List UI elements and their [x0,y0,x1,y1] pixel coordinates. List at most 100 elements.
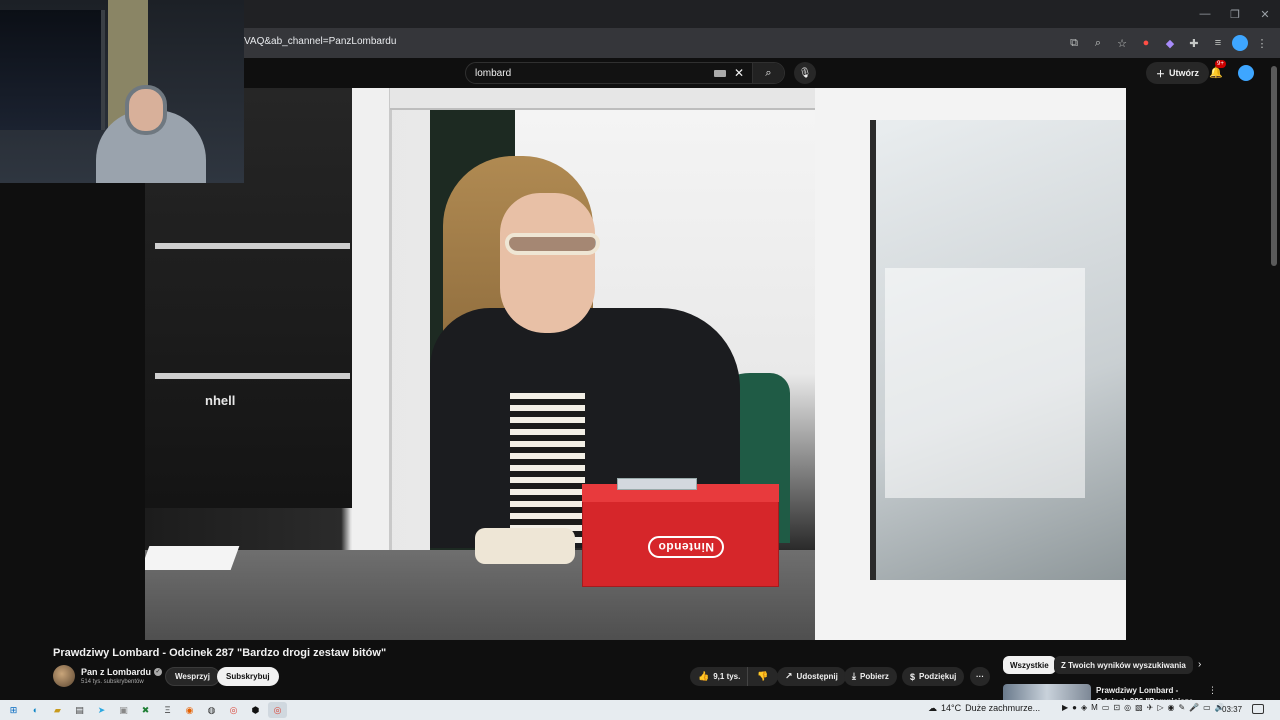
like-button[interactable]: 👍 9,1 tys. [690,667,748,686]
share-icon: ↗ [785,671,793,681]
shelf [155,243,350,249]
edge-icon[interactable]: ◐ [26,702,45,718]
share-group: ↗ Udostępnij [777,667,846,686]
profile-avatar[interactable] [1232,35,1248,51]
thanks-group: $ Podziękuj [902,667,965,686]
download-icon: ⤓ [852,671,856,681]
restore-button[interactable]: ❐ [1220,0,1250,28]
thanks-icon: $ [910,671,916,682]
reading-list-icon[interactable]: ≡ [1208,34,1228,52]
account-avatar[interactable] [1238,65,1254,81]
tray-app-icon[interactable]: ▶ [1062,703,1068,712]
extension-icon[interactable]: ◆ [1160,34,1180,52]
more-group: ··· [970,667,990,686]
video-title: Prawdziwy Lombard - Odcinek 287 "Bardzo … [53,647,387,659]
channel-name[interactable]: Pan z Lombardu ✓ [81,667,163,677]
close-window-button[interactable]: ✕ [1250,0,1280,28]
network-icon[interactable]: ▭ [1203,703,1211,712]
url-field[interactable]: VAQ&ab_channel=PanzLombardu [244,36,396,47]
tray-app-icon[interactable]: ✈ [1147,703,1154,712]
bookmark-star-icon[interactable]: ☆ [1112,34,1132,52]
chevron-right-icon[interactable]: › [1198,659,1201,670]
weather-temp: 14°C [941,703,962,713]
create-label: Utwórz [1169,68,1200,78]
chip-all[interactable]: Wszystkie [1003,656,1056,674]
download-button[interactable]: ⤓ Pobierz [844,667,897,686]
weather-desc: Duże zachmurze... [965,703,1041,713]
voice-search-mic-icon[interactable]: 🎙 [794,62,816,84]
nintendo-logo: Nintendo [648,536,724,558]
page-scrollbar[interactable] [1271,66,1277,266]
paper [145,546,240,570]
tray-app-icon[interactable]: ● [1072,703,1077,712]
subscriber-count: 514 tys. subskrybentów [81,679,144,685]
video-player[interactable]: nhell Nintendo [145,88,1126,640]
search-box: ✕ ⌕ [465,62,785,84]
app-icon[interactable]: ▤ [70,702,89,718]
search-button[interactable]: ⌕ [752,63,784,83]
channel-name-text: Pan z Lombardu [81,667,152,677]
browser-menu-icon[interactable]: ⋮ [1252,34,1272,52]
notification-center-icon[interactable] [1252,704,1264,714]
address-bar-icons: ⧉ ⌕ ☆ ● ◆ ✚ ≡ ⋮ [1064,34,1272,52]
tray-app-icon[interactable]: M [1091,703,1098,712]
chip-from-search[interactable]: Z Twoich wyników wyszukiwania [1054,656,1193,674]
app-icon[interactable]: ⬢ [246,702,265,718]
chrome-icon[interactable]: ◎ [224,702,243,718]
share-button[interactable]: ↗ Udostępnij [777,667,846,686]
file-explorer-icon[interactable]: ▰ [48,702,67,718]
notifications-badge: 9+ [1215,60,1226,68]
thanks-label: Podziękuj [919,672,957,681]
tray-app-icon[interactable]: ⊡ [1113,703,1120,712]
zoom-icon[interactable]: ⌕ [1088,34,1108,52]
recommendation-title[interactable]: Prawdziwy Lombard - Odcinek 286 "Pomniej… [1096,685,1206,701]
tray-app-icon[interactable]: ◈ [1081,703,1087,712]
window-frame [390,88,820,110]
app-icon[interactable]: ◍ [202,702,221,718]
create-button[interactable]: ＋ Utwórz [1146,62,1210,84]
tray-app-icon[interactable]: ▷ [1157,703,1163,712]
poster [885,268,1085,498]
thanks-button[interactable]: $ Podziękuj [902,667,965,686]
thumbs-up-icon: 👍 [698,671,710,681]
subscribe-button[interactable]: Subskrybuj [217,667,279,686]
telegram-icon[interactable]: ➤ [92,702,111,718]
app-icon[interactable]: ▣ [114,702,133,718]
extension-icon[interactable]: ● [1136,34,1156,52]
app-icon[interactable]: Ξ [158,702,177,718]
tray-app-icon[interactable]: ▭ [1102,703,1110,712]
taskbar-weather[interactable]: ☁ 14°C Duże zachmurze... [928,703,1040,714]
join-button[interactable]: Wesprzyj [165,667,220,686]
taskbar-clock[interactable]: 03:37 [1222,705,1242,714]
excel-icon[interactable]: ✖ [136,702,155,718]
webcam-overlay [0,0,244,183]
download-label: Pobierz [859,672,889,681]
like-count: 9,1 tys. [713,672,741,681]
window-controls: — ❐ ✕ [1190,0,1280,28]
minimize-button[interactable]: — [1190,0,1220,28]
windows-start-icon[interactable]: ⊞ [4,702,23,718]
thumbs-down-icon: 👎 [757,671,769,681]
person [500,193,595,333]
streamer [125,85,167,135]
cast-icon[interactable]: ⧉ [1064,34,1084,52]
firefox-icon[interactable]: ◉ [180,702,199,718]
clear-search-icon[interactable]: ✕ [732,66,746,80]
keyboard-icon[interactable] [714,69,726,77]
tray-app-icon[interactable]: ◎ [1124,703,1131,712]
microphone-icon[interactable]: 🎤 [1189,703,1199,712]
tray-app-icon[interactable]: ▧ [1135,703,1143,712]
tray-app-icon[interactable]: ✎ [1178,703,1185,712]
shelf [155,373,350,379]
chrome-active-icon[interactable]: ◎ [268,702,287,718]
tray-app-icon[interactable]: ◉ [1168,703,1175,712]
recommendation-menu-icon[interactable]: ⋮ [1208,685,1217,696]
plus-icon: ＋ [1156,68,1166,79]
search-input[interactable] [466,64,714,82]
webcam-background [0,10,105,130]
channel-avatar[interactable] [53,665,75,687]
extensions-puzzle-icon[interactable]: ✚ [1184,34,1204,52]
dislike-button[interactable]: 👎 [747,667,778,686]
more-actions-button[interactable]: ··· [970,667,990,686]
system-tray: ▶ ● ◈ M ▭ ⊡ ◎ ▧ ✈ ▷ ◉ ✎ 🎤 ▭ 🔊 [1062,703,1225,712]
